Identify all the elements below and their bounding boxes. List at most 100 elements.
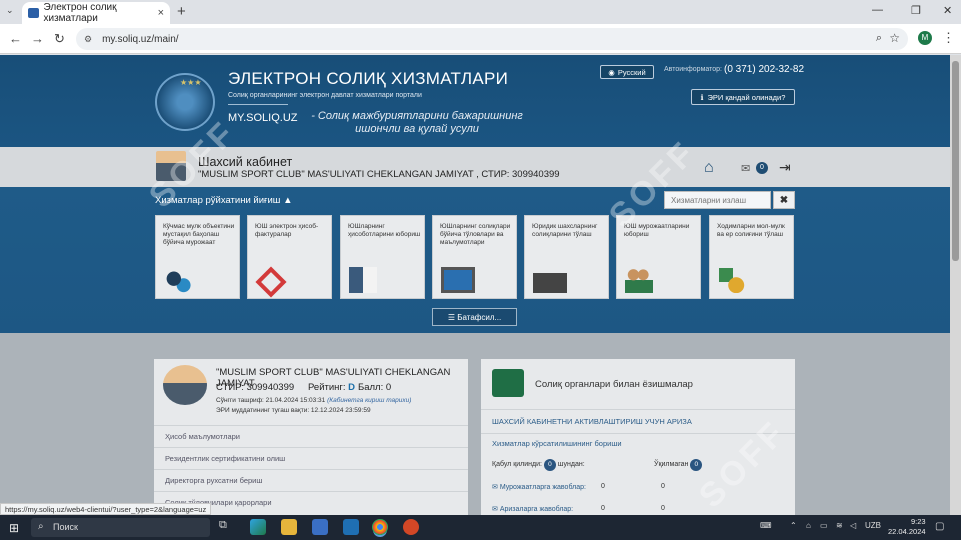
powerpoint-icon[interactable] xyxy=(403,519,419,535)
service-card[interactable]: Кўчмас мулк объектини мустақил баҳолаш б… xyxy=(155,215,240,299)
residency-certificate-link[interactable]: Резидентлик сертификатини олиш xyxy=(154,447,468,469)
taskbar-search-label: Поиск xyxy=(53,522,78,532)
taskbar-search[interactable]: ⌕ Поиск xyxy=(31,518,210,537)
login-history-link[interactable]: (Кабинетга кириш тарихи) xyxy=(327,397,411,404)
profile-rating: Рейтинг: D xyxy=(308,382,355,393)
mail-small-icon: ✉ xyxy=(492,484,498,491)
input-language[interactable]: UZB xyxy=(865,521,881,530)
back-icon[interactable]: ← xyxy=(9,31,22,46)
browser-tab[interactable]: Электрон солиқ хизматлари × xyxy=(22,2,170,24)
mail-app-icon[interactable] xyxy=(343,519,359,535)
mail-small-icon: ✉ xyxy=(492,506,498,513)
service-card-label: ЮШларнинг ҳисоботларини юбориш xyxy=(348,223,421,238)
keyboard-icon[interactable]: ⌨ xyxy=(760,521,772,530)
taskbar-clock[interactable]: 9:23 22.04.2024 xyxy=(888,517,926,537)
wifi-icon[interactable]: ≋ xyxy=(836,521,843,530)
store-icon[interactable] xyxy=(312,519,328,535)
service-card[interactable]: ЮШларнинг ҳисоботларини юбориш xyxy=(340,215,425,299)
service-card[interactable]: Ходимларни мол-мулк ва ер солиғини тўлаш xyxy=(709,215,794,299)
monitor-icon xyxy=(441,267,475,293)
chrome-icon[interactable] xyxy=(372,519,388,535)
message-count-a: 0 xyxy=(601,483,605,490)
autoinformer-label: Автоинформатор: xyxy=(664,66,722,73)
site-domain: MY.SOLIQ.UZ xyxy=(228,112,298,124)
forward-icon[interactable]: → xyxy=(31,31,44,46)
browser-menu-icon[interactable]: ⋮ xyxy=(942,30,955,46)
reload-icon[interactable]: ↻ xyxy=(54,31,65,47)
profile-tin: СТИР: 309940399 xyxy=(216,382,295,393)
cabinet-bar: Шахсий кабинет "MUSLIM SPORT CLUB" MAS'U… xyxy=(0,147,950,187)
mail-count-badge: 0 xyxy=(756,162,768,174)
message-row[interactable]: ✉ Аризаларга жавоблар: xyxy=(492,505,573,513)
browser-window: ⌄ Электрон солиқ хизматлари × + — ❐ ✕ ← … xyxy=(0,0,961,515)
company-avatar xyxy=(163,365,207,405)
ecp-expiry: ЭРИ муддатининг тугаш вақти: 12.12.2024 … xyxy=(216,407,371,414)
task-view-icon[interactable]: ⧉ xyxy=(219,519,235,535)
page-scrollbar[interactable] xyxy=(950,55,961,515)
search-icon: ⌕ xyxy=(38,521,44,532)
site-info-icon[interactable]: ⚙ xyxy=(84,34,92,45)
minimize-icon[interactable]: — xyxy=(872,4,883,16)
service-card[interactable]: ЮШ электрон ҳисоб-фактуралар xyxy=(247,215,332,299)
network-icon[interactable]: ⌂ xyxy=(806,521,811,530)
profile-ball: Балл: 0 xyxy=(358,382,392,393)
coins-icon xyxy=(718,267,746,293)
director-permission-link[interactable]: Директорга рухсатни бериш xyxy=(154,469,468,491)
message-count-a: 0 xyxy=(601,505,605,512)
service-card-label: Юридик шахсларнинг солиқларини тўлаш xyxy=(532,223,598,238)
site-header: ★★★ ЭЛЕКТРОН СОЛИҚ ХИЗМАТЛАРИ Солиқ орга… xyxy=(0,55,950,147)
tab-search-icon[interactable]: ⌄ xyxy=(6,5,18,17)
battery-icon[interactable]: ▭ xyxy=(820,521,828,530)
mail-icon[interactable]: ✉ xyxy=(741,162,750,175)
tray-chevron-icon[interactable]: ⌃ xyxy=(790,521,797,530)
zoom-icon[interactable]: ⌕ xyxy=(876,32,882,45)
edge-icon[interactable] xyxy=(250,519,266,535)
people-icon xyxy=(625,267,653,293)
from-label: шундан: xyxy=(557,461,585,468)
clear-search-button[interactable]: ✖ xyxy=(773,191,795,209)
file-explorer-icon[interactable] xyxy=(281,519,297,535)
ecp-info-button[interactable]: ℹ ЭРИ қандай олинади? xyxy=(691,89,795,105)
site-subtitle: Солиқ органларининг электрон давлат хизм… xyxy=(228,92,422,99)
maximize-icon[interactable]: ❐ xyxy=(911,4,921,17)
service-card[interactable]: Юридик шахсларнинг солиқларини тўлаш xyxy=(524,215,609,299)
divider xyxy=(481,409,795,410)
unread-label: Ўқилмаган xyxy=(654,461,689,468)
clock-date: 22.04.2024 xyxy=(888,527,926,536)
more-details-button[interactable]: ☰ Батафсил... xyxy=(432,308,517,326)
rating-label: Рейтинг: xyxy=(308,382,346,393)
received-label: Қабул қилинди: xyxy=(492,461,542,468)
activation-application-link[interactable]: ШАХСИЙ КАБИНЕТНИ АКТИВЛАШТИРИШ УЧУН АРИЗ… xyxy=(492,417,692,426)
clock-time: 9:23 xyxy=(910,517,926,526)
services-panel: Хизматлар рўйхатини йиғиш ▲ ✖ Кўчмас мул… xyxy=(0,187,950,333)
service-progress-link[interactable]: Хизматлар кўрсатилишининг бориши xyxy=(492,439,622,448)
service-search-input[interactable] xyxy=(664,191,771,209)
message-count-b: 0 xyxy=(661,483,665,490)
phone-number: (0 371) 202-32-82 xyxy=(724,64,805,75)
bookmark-star-icon[interactable]: ☆ xyxy=(889,31,900,45)
received-count-badge: 0 xyxy=(543,459,556,471)
profile-avatar[interactable]: M xyxy=(918,31,932,45)
message-row-label: Аризаларга жавоблар: xyxy=(499,506,574,513)
message-count-b: 0 xyxy=(661,505,665,512)
service-card-label: ЮШларнинг солиқлари бўйича тўловлари ва … xyxy=(440,223,511,246)
gears-icon xyxy=(164,267,192,293)
home-icon[interactable]: ⌂ xyxy=(704,159,714,177)
language-button[interactable]: ◉ Русский xyxy=(600,65,654,79)
new-tab-button[interactable]: + xyxy=(177,3,186,20)
windows-start-icon[interactable]: ⊞ xyxy=(9,521,19,535)
address-bar[interactable]: ⚙ my.soliq.uz/main/ ⌕ ☆ xyxy=(76,28,908,50)
more-details-label: Батафсил... xyxy=(457,313,502,322)
unread-count-badge: 0 xyxy=(690,459,703,471)
status-url: https://my.soliq.uz/web4-clientui/?user_… xyxy=(0,503,212,515)
notifications-icon[interactable]: ▢ xyxy=(935,521,944,532)
tab-close-icon[interactable]: × xyxy=(158,7,164,19)
account-info-link[interactable]: Ҳисоб маълумотлари xyxy=(154,425,468,447)
company-name: "MUSLIM SPORT CLUB" MAS'ULIYATI CHEKLANG… xyxy=(198,169,560,180)
message-row[interactable]: ✉ Мурожаатларга жавоблар: xyxy=(492,483,586,491)
logout-icon[interactable]: ⇥ xyxy=(779,159,791,176)
service-card[interactable]: ЮШларнинг солиқлари бўйича тўловлари ва … xyxy=(432,215,517,299)
scrollbar-thumb[interactable] xyxy=(952,61,959,261)
volume-icon[interactable]: ◁ xyxy=(850,521,856,530)
close-window-icon[interactable]: ✕ xyxy=(943,4,952,17)
